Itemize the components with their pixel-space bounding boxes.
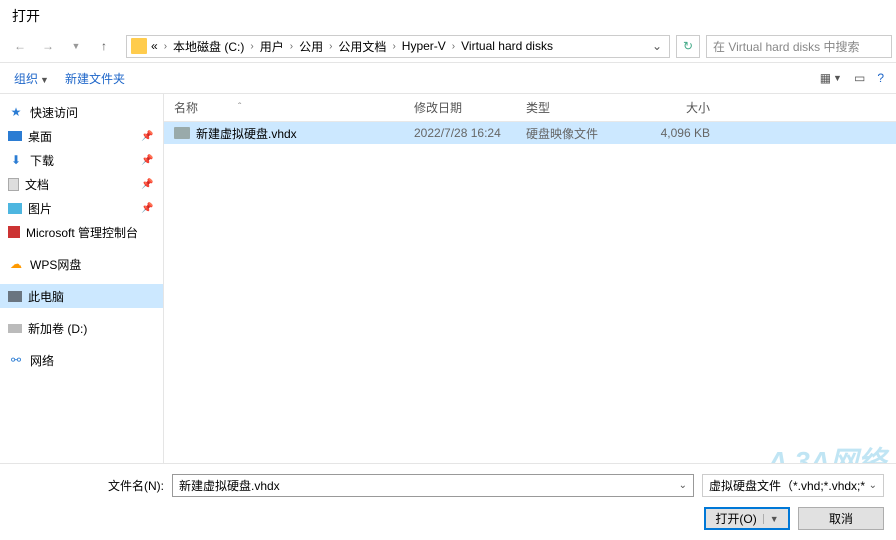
sidebar-item-this-pc[interactable]: 此电脑: [0, 284, 163, 308]
file-list: 名称ˆ 修改日期 类型 大小 新建虚拟硬盘.vhdx 2022/7/28 16:…: [164, 94, 896, 474]
desktop-icon: [8, 131, 22, 141]
open-button[interactable]: 打开(O)▼: [704, 507, 790, 530]
help-button[interactable]: ?: [871, 67, 890, 89]
sidebar-item-quick-access[interactable]: ★快速访问: [0, 100, 163, 124]
sidebar-item-network[interactable]: ⚯网络: [0, 348, 163, 372]
chevron-down-icon[interactable]: ⌄: [649, 39, 665, 53]
drive-icon: [8, 324, 22, 333]
cancel-button[interactable]: 取消: [798, 507, 884, 530]
breadcrumb-item[interactable]: Hyper-V: [400, 39, 448, 53]
mmc-icon: [8, 226, 20, 238]
picture-icon: [8, 203, 22, 214]
pc-icon: [8, 291, 22, 302]
pin-icon: 📌: [141, 203, 155, 214]
toolbar: 组织▼ 新建文件夹 ▦ ▼ ▭ ?: [0, 62, 896, 94]
sort-indicator-icon: ˆ: [238, 102, 241, 113]
sidebar-item-mmc[interactable]: Microsoft 管理控制台: [0, 220, 163, 244]
sidebar-item-downloads[interactable]: ⬇下载📌: [0, 148, 163, 172]
breadcrumb-item[interactable]: 用户: [258, 38, 286, 55]
breadcrumb-item[interactable]: «: [149, 39, 160, 53]
cloud-icon: ☁: [8, 256, 24, 272]
column-name[interactable]: 名称ˆ: [174, 99, 414, 116]
document-icon: [8, 178, 19, 191]
up-button[interactable]: ↑: [94, 36, 114, 56]
file-date: 2022/7/28 16:24: [414, 126, 526, 140]
filetype-filter[interactable]: 虚拟硬盘文件（*.vhd;*.vhdx;*⌄: [702, 474, 884, 497]
footer: 文件名(N): 新建虚拟硬盘.vhdx⌄ 虚拟硬盘文件（*.vhd;*.vhdx…: [0, 463, 896, 540]
file-type: 硬盘映像文件: [526, 125, 636, 142]
dialog-title: 打开: [0, 0, 896, 30]
recent-dropdown[interactable]: ▼: [66, 36, 86, 56]
view-options-button[interactable]: ▦ ▼: [814, 67, 848, 89]
sidebar-item-volume-d[interactable]: 新加卷 (D:): [0, 316, 163, 340]
pin-icon: 📌: [141, 179, 155, 190]
network-icon: ⚯: [8, 352, 24, 368]
file-row[interactable]: 新建虚拟硬盘.vhdx 2022/7/28 16:24 硬盘映像文件 4,096…: [164, 122, 896, 144]
preview-pane-button[interactable]: ▭: [848, 67, 871, 89]
new-folder-button[interactable]: 新建文件夹: [57, 66, 133, 91]
sidebar-item-pictures[interactable]: 图片📌: [0, 196, 163, 220]
sidebar-item-desktop[interactable]: 桌面📌: [0, 124, 163, 148]
address-bar: ← → ▼ ↑ «› 本地磁盘 (C:)› 用户› 公用› 公用文档› Hype…: [0, 30, 896, 62]
download-icon: ⬇: [8, 152, 24, 168]
column-date[interactable]: 修改日期: [414, 99, 526, 116]
chevron-down-icon[interactable]: ⌄: [869, 480, 877, 491]
split-dropdown-icon[interactable]: ▼: [763, 514, 779, 524]
search-input[interactable]: 在 Virtual hard disks 中搜索: [706, 35, 892, 58]
breadcrumb-item[interactable]: 本地磁盘 (C:): [171, 38, 246, 55]
refresh-button[interactable]: ↻: [676, 35, 700, 58]
pin-icon: 📌: [141, 155, 155, 166]
pin-icon: 📌: [141, 131, 155, 142]
folder-icon: [131, 38, 147, 54]
forward-button[interactable]: →: [38, 36, 58, 56]
column-size[interactable]: 大小: [636, 99, 726, 116]
breadcrumb-item[interactable]: Virtual hard disks: [459, 39, 555, 53]
sidebar: ★快速访问 桌面📌 ⬇下载📌 文档📌 图片📌 Microsoft 管理控制台 ☁…: [0, 94, 164, 474]
organize-button[interactable]: 组织▼: [6, 66, 57, 91]
vhdx-icon: [174, 127, 190, 139]
back-button[interactable]: ←: [10, 36, 30, 56]
filename-input[interactable]: 新建虚拟硬盘.vhdx⌄: [172, 474, 694, 497]
column-headers: 名称ˆ 修改日期 类型 大小: [164, 94, 896, 122]
file-name: 新建虚拟硬盘.vhdx: [196, 125, 297, 142]
breadcrumb-item[interactable]: 公用: [297, 38, 325, 55]
chevron-down-icon[interactable]: ⌄: [679, 480, 687, 491]
file-size: 4,096 KB: [636, 126, 726, 140]
sidebar-item-documents[interactable]: 文档📌: [0, 172, 163, 196]
filename-label: 文件名(N):: [12, 477, 164, 494]
sidebar-item-wps[interactable]: ☁WPS网盘: [0, 252, 163, 276]
star-icon: ★: [8, 104, 24, 120]
breadcrumb-item[interactable]: 公用文档: [336, 38, 388, 55]
column-type[interactable]: 类型: [526, 99, 636, 116]
breadcrumb[interactable]: «› 本地磁盘 (C:)› 用户› 公用› 公用文档› Hyper-V› Vir…: [126, 35, 670, 58]
